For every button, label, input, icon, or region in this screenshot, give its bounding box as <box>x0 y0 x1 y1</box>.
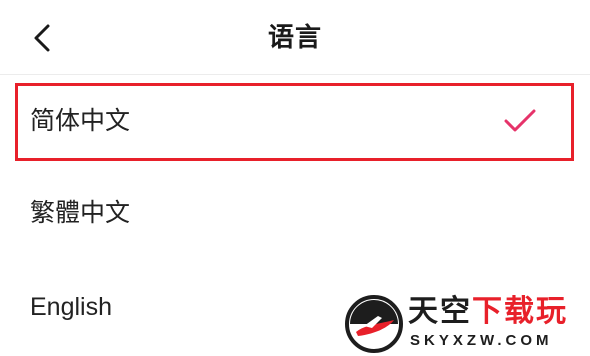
watermark-domain-text: SKYXZW.COM <box>410 332 553 349</box>
watermark-logo-icon <box>345 295 403 353</box>
page-title: 语言 <box>267 23 322 53</box>
language-settings-screen: 语言 简体中文 繁體中文 English 天空下载玩 SKYXZW.COM <box>0 0 590 356</box>
language-label: English <box>30 293 112 321</box>
watermark-chinese-text: 天空下载玩 <box>408 292 568 332</box>
language-label: 繁體中文 <box>30 198 131 227</box>
language-item-simplified-chinese[interactable]: 简体中文 <box>0 75 590 165</box>
watermark-text-red: 下载玩 <box>472 294 568 329</box>
language-item-traditional-chinese[interactable]: 繁體中文 <box>0 169 590 259</box>
checkmark-icon <box>504 109 536 132</box>
header-bar: 语言 <box>0 0 590 75</box>
watermark-text-dark: 天空 <box>408 294 472 329</box>
site-watermark: 天空下载玩 SKYXZW.COM <box>344 292 590 356</box>
language-label: 简体中文 <box>30 106 131 135</box>
